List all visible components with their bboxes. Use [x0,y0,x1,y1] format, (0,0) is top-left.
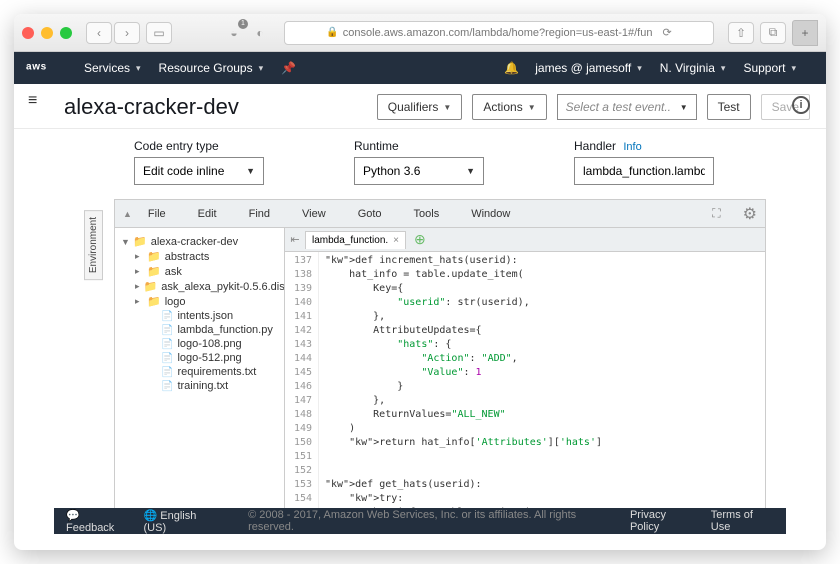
editor-tab[interactable]: lambda_function.× [305,231,406,249]
close-tab-icon[interactable]: × [393,235,399,246]
file-icon: 📄 [161,325,173,336]
folder-icon: 📁 [147,250,161,263]
code-area[interactable]: 137 138 139 140 141 142 143 144 145 146 … [285,252,765,508]
file-icon: 📄 [161,339,173,350]
pin-icon[interactable]: 📌 [281,61,296,75]
test-event-select[interactable]: Select a test event.. [557,94,697,120]
forward-button[interactable]: › [114,22,140,44]
entry-type-label: Code entry type [134,139,264,153]
collapse-tree-icon[interactable]: ⇤ [285,233,305,246]
config-row: Code entry type Edit code inline Runtime… [14,129,826,191]
handler-label: Handler Info [574,139,714,153]
back-button[interactable]: ‹ [86,22,112,44]
svg-text:aws: aws [26,61,47,72]
ide-menu-tools[interactable]: Tools [414,208,440,220]
ide-menu-edit[interactable]: Edit [198,208,217,220]
url-bar[interactable]: 🔒 console.aws.amazon.com/lambda/home?reg… [284,21,714,45]
file-tree[interactable]: ▼📁alexa-cracker-dev ▸📁abstracts▸📁ask▸📁as… [115,228,285,508]
footer: 💬 Feedback 🌐 English (US) © 2008 - 2017,… [54,508,786,534]
qualifiers-dropdown[interactable]: Qualifiers [377,94,463,120]
sidebar-toggle[interactable]: ▭ [146,22,172,44]
folder-icon: 📁 [147,295,161,308]
line-gutter: 137 138 139 140 141 142 143 144 145 146 … [285,252,319,508]
aws-top-nav: aws Services Resource Groups 📌 🔔 james @… [14,52,826,84]
code-editor: ▲ File Edit Find View Goto Tools Window ⛶ ⚙ ▼📁… [114,199,766,509]
ide-menu-window[interactable]: Window [471,208,510,220]
folder-icon: 📁 [147,265,161,278]
info-icon[interactable]: i [792,96,810,114]
tree-folder[interactable]: ▸📁logo [115,294,284,309]
folder-icon: 📁 [133,235,147,248]
fullscreen-icon[interactable]: ⛶ [712,206,720,221]
environment-tab[interactable]: Environment [84,210,103,280]
entry-type-select[interactable]: Edit code inline [134,157,264,185]
nav-region[interactable]: N. Virginia [660,61,726,75]
code-content[interactable]: "kw">def increment_hats(userid): hat_inf… [319,252,765,508]
handler-input[interactable] [574,157,714,185]
test-button[interactable]: Test [707,94,751,120]
nav-resource-groups[interactable]: Resource Groups [159,61,264,75]
aws-logo[interactable]: aws [26,59,66,78]
function-header: alexa-cracker-dev Qualifiers Actions Sel… [14,84,826,129]
close-window[interactable] [22,27,34,39]
window-controls [22,27,72,39]
file-icon: 📄 [161,381,173,392]
tree-file[interactable]: 📄training.txt [115,379,284,393]
reload-icon[interactable]: ⟳ [662,26,671,39]
url-text: console.aws.amazon.com/lambda/home?regio… [343,27,653,39]
ide-menu-file[interactable]: File [148,208,166,220]
ide-menu-view[interactable]: View [302,208,326,220]
runtime-label: Runtime [354,139,484,153]
collapse-icon[interactable]: ▲ [123,209,132,219]
privacy-icon[interactable]: ◐ [250,23,270,43]
tree-file[interactable]: 📄intents.json [115,309,284,323]
ide-menu-goto[interactable]: Goto [358,208,382,220]
ide-menubar: ▲ File Edit Find View Goto Tools Window ⛶ ⚙ [115,200,765,228]
tree-folder[interactable]: ▸📁ask [115,264,284,279]
tree-file[interactable]: 📄logo-108.png [115,337,284,351]
language-select[interactable]: 🌐 English (US) [144,509,221,534]
tree-file[interactable]: 📄lambda_function.py [115,323,284,337]
copyright: © 2008 - 2017, Amazon Web Services, Inc.… [248,509,616,533]
function-name: alexa-cracker-dev [64,94,367,120]
folder-icon: 📁 [144,280,158,293]
nav-user[interactable]: james @ jamesoff [535,61,642,75]
browser-toolbar: ‹ › ▭ ◒ ◐ 🔒 console.aws.amazon.com/lambd… [14,14,826,52]
share-button[interactable]: ⇧ [728,22,754,44]
lock-icon: 🔒 [326,27,338,38]
new-tab-button[interactable]: + [792,20,818,46]
editor-tabbar: ⇤ lambda_function.× ⊕ [285,228,765,252]
terms-link[interactable]: Terms of Use [711,509,774,533]
settings-gear-icon[interactable]: ⚙ [743,204,757,224]
shield-icon[interactable]: ◒ [224,23,244,43]
file-icon: 📄 [161,367,173,378]
tree-folder[interactable]: ▸📁abstracts [115,249,284,264]
tree-file[interactable]: 📄requirements.txt [115,365,284,379]
ide-menu-find[interactable]: Find [249,208,270,220]
file-icon: 📄 [161,311,173,322]
notifications-icon[interactable]: 🔔 [504,61,519,75]
tree-folder[interactable]: ▸📁ask_alexa_pykit-0.5.6.dis [115,279,284,294]
nav-support[interactable]: Support [743,61,796,75]
nav-services[interactable]: Services [84,61,141,75]
privacy-link[interactable]: Privacy Policy [630,509,697,533]
runtime-select[interactable]: Python 3.6 [354,157,484,185]
actions-dropdown[interactable]: Actions [472,94,546,120]
minimize-window[interactable] [41,27,53,39]
feedback-link[interactable]: 💬 Feedback [66,509,130,534]
hamburger-menu[interactable]: ≡ [28,92,37,110]
new-tab-icon[interactable]: ⊕ [414,231,426,248]
tree-file[interactable]: 📄logo-512.png [115,351,284,365]
maximize-window[interactable] [60,27,72,39]
file-icon: 📄 [161,353,173,364]
tabs-button[interactable]: ⧉ [760,22,786,44]
tree-root[interactable]: ▼📁alexa-cracker-dev [115,234,284,249]
handler-info-link[interactable]: Info [623,141,641,153]
